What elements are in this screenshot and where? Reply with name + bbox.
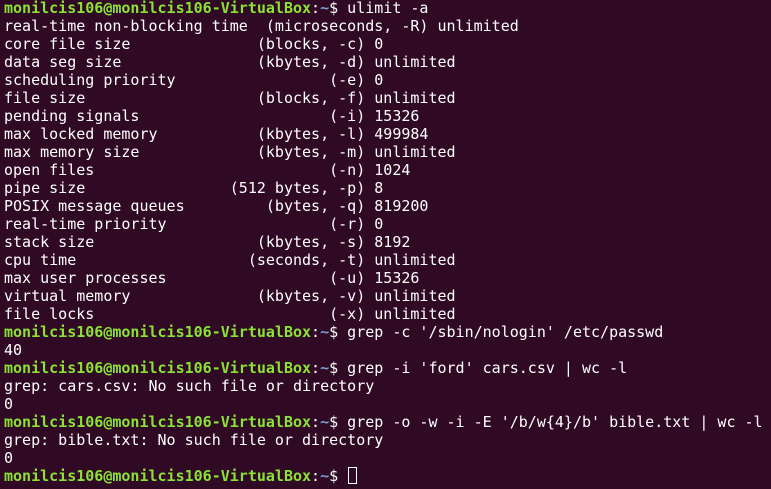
prompt-dollar: $	[329, 0, 348, 17]
prompt-user-host: monilcis106@monilcis106-VirtualBox	[4, 323, 312, 341]
command-text: ulimit -a	[347, 0, 429, 17]
output-line: stack size (kbytes, -s) 8192	[4, 233, 411, 251]
output-line: pipe size (512 bytes, -p) 8	[4, 179, 384, 197]
prompt-path: ~	[320, 467, 330, 485]
output-line: real-time priority (-r) 0	[4, 215, 384, 233]
terminal-window[interactable]: monilcis106@monilcis106-VirtualBox:~$ ul…	[0, 0, 771, 489]
output-line: max user processes (-u) 15326	[4, 269, 420, 287]
output-line: open files (-n) 1024	[4, 161, 411, 179]
output-line: cpu time (seconds, -t) unlimited	[4, 251, 456, 269]
prompt-colon: :	[311, 323, 321, 341]
prompt-colon: :	[311, 359, 321, 377]
prompt-user-host: monilcis106@monilcis106-VirtualBox	[4, 413, 312, 431]
output-line: grep: cars.csv: No such file or director…	[4, 377, 375, 395]
prompt-user-host: monilcis106@monilcis106-VirtualBox	[4, 0, 312, 17]
command-text: grep -c '/sbin/nologin' /etc/passwd	[347, 323, 664, 341]
output-line: virtual memory (kbytes, -v) unlimited	[4, 287, 456, 305]
output-line: max memory size (kbytes, -m) unlimited	[4, 143, 456, 161]
prompt-path: ~	[320, 323, 330, 341]
prompt-line: monilcis106@monilcis106-VirtualBox:~$ ul…	[4, 0, 428, 17]
command-text: grep -i 'ford' cars.csv | wc -l	[347, 359, 628, 377]
output-line: 0	[4, 449, 14, 467]
output-line: scheduling priority (-e) 0	[4, 71, 384, 89]
prompt-dollar: $	[329, 323, 348, 341]
prompt-line: monilcis106@monilcis106-VirtualBox:~$ gr…	[4, 359, 627, 377]
prompt-dollar: $	[329, 467, 348, 485]
prompt-path: ~	[320, 413, 330, 431]
output-line: file size (blocks, -f) unlimited	[4, 89, 456, 107]
output-line: real-time non-blocking time (microsecond…	[4, 17, 519, 35]
prompt-dollar: $	[329, 359, 348, 377]
output-line: pending signals (-i) 15326	[4, 107, 420, 125]
prompt-colon: :	[311, 467, 321, 485]
prompt-path: ~	[320, 359, 330, 377]
output-line: POSIX message queues (bytes, -q) 819200	[4, 197, 429, 215]
prompt-colon: :	[311, 0, 321, 17]
output-line: 0	[4, 395, 14, 413]
command-text: grep -o -w -i -E '/b/w{4}/b' bible.txt |…	[347, 413, 763, 431]
prompt-colon: :	[311, 413, 321, 431]
prompt-user-host: monilcis106@monilcis106-VirtualBox	[4, 359, 312, 377]
output-line: file locks (-x) unlimited	[4, 305, 456, 323]
prompt-dollar: $	[329, 413, 348, 431]
text-cursor[interactable]	[348, 467, 358, 484]
prompt-line: monilcis106@monilcis106-VirtualBox:~$ gr…	[4, 323, 663, 341]
output-line: 40	[4, 341, 23, 359]
prompt-path: ~	[320, 0, 330, 17]
output-line: max locked memory (kbytes, -l) 499984	[4, 125, 429, 143]
output-line: core file size (blocks, -c) 0	[4, 35, 384, 53]
prompt-line: monilcis106@monilcis106-VirtualBox:~$	[4, 467, 358, 485]
output-line: grep: bible.txt: No such file or directo…	[4, 431, 384, 449]
output-line: data seg size (kbytes, -d) unlimited	[4, 53, 456, 71]
prompt-line: monilcis106@monilcis106-VirtualBox:~$ gr…	[4, 413, 763, 431]
prompt-user-host: monilcis106@monilcis106-VirtualBox	[4, 467, 312, 485]
